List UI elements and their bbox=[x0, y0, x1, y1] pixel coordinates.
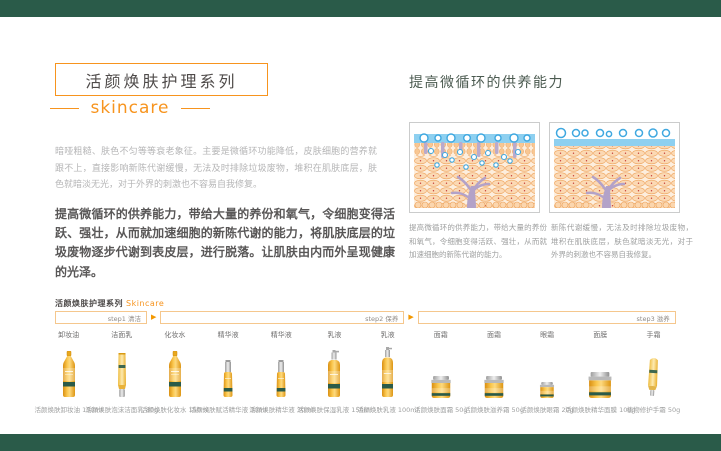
series-title: 活颜焕肤护理系列 bbox=[85, 68, 237, 92]
product-item-3: 化妆水 活颜焕肤化妆水 150ml bbox=[148, 330, 201, 414]
product-image bbox=[587, 342, 613, 398]
skin-illustration-improved bbox=[414, 127, 535, 208]
top-green-bar bbox=[0, 0, 721, 17]
dash-left bbox=[50, 108, 79, 109]
product-item-8: 面霜 活颜焕肤面霜 50g bbox=[414, 330, 467, 414]
product-name: 化妆水 bbox=[164, 330, 185, 342]
skin-illustration-sluggish bbox=[554, 127, 675, 208]
bottom-green-bar bbox=[0, 434, 721, 451]
product-image bbox=[275, 342, 287, 398]
step-box-1: step1 清洁 bbox=[55, 311, 147, 324]
product-item-1: 卸妆油 活颜焕肤卸妆油 150ml bbox=[42, 330, 95, 414]
product-name: 乳液 bbox=[327, 330, 341, 342]
step-arrow-icon: ▶ bbox=[408, 312, 413, 323]
steps-row: step1 清洁 ▶ step2 保养 ▶ step3 滋养 bbox=[55, 311, 676, 324]
product-item-5: 精华液 活颜焕肤精华液 30ml bbox=[255, 330, 308, 414]
step-box-3: step3 滋养 bbox=[418, 311, 676, 324]
step-label: step2 保养 bbox=[365, 313, 403, 323]
product-item-9: 面霜 活颜焕肤滋养霜 50g bbox=[467, 330, 520, 414]
brochure-page: 活颜焕肤护理系列 skincare 暗哑粗糙、肤色不匀等等衰老象征。主要是微循环… bbox=[0, 0, 721, 451]
product-name: 洁面乳 bbox=[111, 330, 132, 342]
product-item-2: 洁面乳 活颜焕肤泡沫洁面乳 80g bbox=[95, 330, 148, 414]
product-image bbox=[222, 342, 234, 398]
product-caption: 活颜焕肤精华面膜 100g bbox=[565, 404, 636, 414]
skin-diagram-sluggish bbox=[549, 122, 680, 213]
skin-diagram-improved bbox=[409, 122, 540, 213]
product-name: 手霜 bbox=[646, 330, 660, 342]
figure-caption-improved: 提高微循环的供养能力，带给大量的养份和氧气，令细胞变得活跃、强壮，从而就加速细胞… bbox=[409, 221, 547, 262]
product-item-10: 眼霜 活颜焕肤眼霜 20g bbox=[521, 330, 574, 414]
product-name: 眼霜 bbox=[540, 330, 554, 342]
step-box-2: step2 保养 bbox=[160, 311, 404, 324]
series-subtitle-row: skincare bbox=[50, 98, 210, 118]
dash-right bbox=[181, 108, 210, 109]
product-item-11: 面膜 活颜焕肤精华面膜 100g bbox=[574, 330, 627, 414]
products-section-title-en: Skincare bbox=[126, 299, 164, 308]
product-name: 面霜 bbox=[434, 330, 448, 342]
right-panel-heading: 提高微循环的供养能力 bbox=[409, 72, 564, 92]
series-subtitle: skincare bbox=[90, 98, 169, 118]
product-caption: 活颜焕肤乳液 100ml bbox=[357, 404, 419, 414]
product-name: 精华液 bbox=[271, 330, 292, 342]
step-label: step3 滋养 bbox=[637, 313, 675, 323]
product-caption: 活颜焕肤面霜 50g bbox=[414, 404, 467, 414]
product-name: 精华液 bbox=[218, 330, 239, 342]
product-caption: 植物修护手霜 50g bbox=[627, 404, 680, 414]
product-item-7: 乳液 活颜焕肤乳液 100ml bbox=[361, 330, 414, 414]
products-row: 卸妆油 活颜焕肤卸妆油 150ml洁面乳 活颜焕肤泡沫洁面乳 80g化妆水 活颜… bbox=[42, 330, 680, 414]
product-image bbox=[62, 342, 76, 398]
product-image bbox=[381, 342, 394, 398]
product-name: 面霜 bbox=[487, 330, 501, 342]
product-name: 乳液 bbox=[381, 330, 395, 342]
series-title-box: 活颜焕肤护理系列 bbox=[55, 63, 268, 96]
products-section-title-cn: 活颜焕肤护理系列 bbox=[55, 299, 123, 308]
product-name: 卸妆油 bbox=[58, 330, 79, 342]
product-image bbox=[483, 342, 505, 398]
product-item-12: 手霜 植物修护手霜 50g bbox=[627, 330, 680, 414]
product-image bbox=[168, 342, 182, 398]
step-label: step1 清洁 bbox=[108, 313, 146, 323]
product-caption: 活颜焕肤滋养霜 50g bbox=[464, 404, 524, 414]
product-image bbox=[647, 342, 659, 398]
figure-caption-sluggish: 新陈代谢缓慢，无法及时排除垃圾废物，堆积在肌肤底层，肤色就暗淡无光，对于外界的刺… bbox=[551, 221, 693, 262]
benefit-paragraph: 提高微循环的供养能力，带给大量的养份和氧气，令细胞变得活跃、强壮，从而就加速细胞… bbox=[55, 205, 395, 282]
product-image bbox=[117, 342, 127, 398]
intro-paragraph: 暗哑粗糙、肤色不匀等等衰老象征。主要是微循环功能降低，皮肤细胞的营养就跟不上，直… bbox=[55, 144, 377, 194]
product-image bbox=[539, 342, 555, 398]
product-item-6: 乳液 活颜焕肤保湿乳液 150ml bbox=[308, 330, 361, 414]
step-arrow-icon: ▶ bbox=[151, 312, 156, 323]
product-item-4: 精华液 活颜焕肤赋活精华液 30ml bbox=[202, 330, 255, 414]
products-section-title: 活颜焕肤护理系列Skincare bbox=[55, 298, 164, 309]
product-name: 面膜 bbox=[593, 330, 607, 342]
product-image bbox=[430, 342, 452, 398]
product-image bbox=[327, 342, 341, 398]
